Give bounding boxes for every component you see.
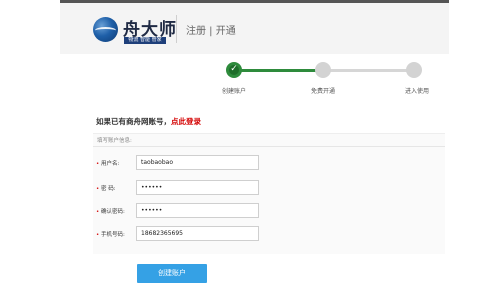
password-label-text: 密 码: (101, 186, 116, 192)
step-3-label: 进入使用 (405, 88, 430, 95)
checkmark-icon: ✓ (230, 64, 238, 74)
progress-steps: ✓ 创建账户 免费开通 进入使用 (0, 0, 500, 100)
password-input[interactable]: •••••• (136, 180, 259, 195)
step-2-dot (315, 62, 331, 78)
confirm-password-label: • 确认密码: (96, 207, 125, 215)
form-divider (93, 146, 445, 147)
required-marker: • (96, 161, 100, 167)
step-1-dot: ✓ (226, 62, 242, 78)
form-heading: 填写账户信息: (97, 138, 132, 144)
step-2-label: 免费开通 (311, 88, 336, 95)
confirm-password-input[interactable]: •••••• (136, 203, 259, 218)
password-label: • 密 码: (96, 184, 116, 192)
create-account-button[interactable]: 创建账户 (137, 264, 207, 283)
username-input[interactable]: taobaobao (136, 155, 259, 170)
login-notice: 如果已有商舟网账号，点此登录 (96, 116, 201, 127)
phone-label: • 手机号码: (96, 230, 125, 238)
step-connector-todo (330, 69, 410, 72)
confirm-password-label-text: 确认密码: (101, 209, 125, 215)
login-link[interactable]: 点此登录 (171, 117, 201, 126)
phone-input[interactable]: 18682365695 (136, 226, 259, 241)
login-notice-text: 如果已有商舟网账号， (96, 117, 171, 126)
step-1-label: 创建账户 (222, 88, 247, 95)
username-label-text: 用户名: (101, 161, 120, 167)
required-marker: • (96, 232, 100, 238)
username-label: • 用户名: (96, 159, 119, 167)
step-3-dot (406, 62, 422, 78)
step-connector-done (240, 69, 322, 72)
required-marker: • (96, 186, 100, 192)
phone-label-text: 手机号码: (101, 232, 125, 238)
required-marker: • (96, 209, 100, 215)
